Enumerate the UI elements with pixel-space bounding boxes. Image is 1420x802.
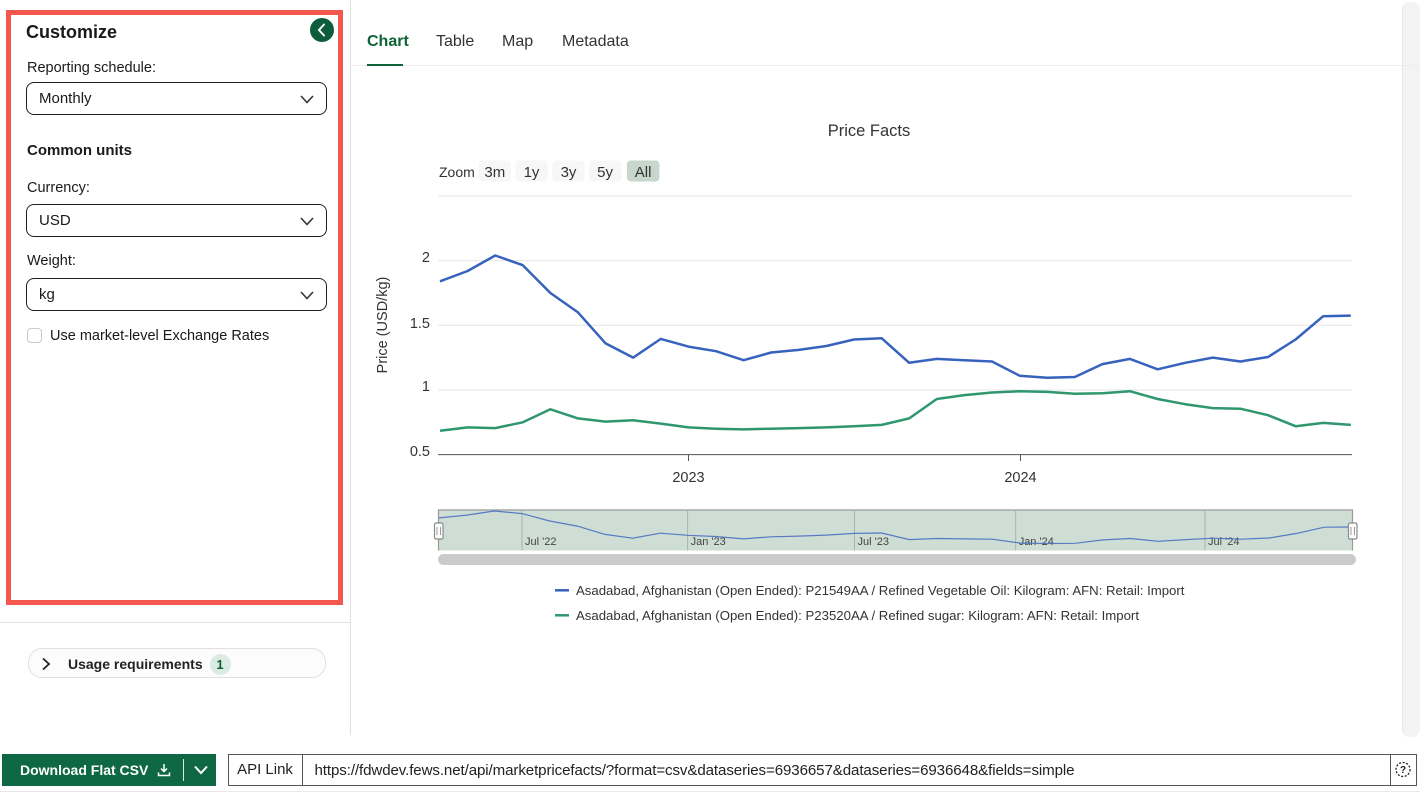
svg-text:1: 1 <box>422 379 430 395</box>
svg-text:3m: 3m <box>484 164 505 181</box>
svg-text:Price (USD/kg): Price (USD/kg) <box>375 277 391 374</box>
svg-text:0.5: 0.5 <box>410 444 430 460</box>
svg-text:1.5: 1.5 <box>410 316 430 332</box>
svg-text:2023: 2023 <box>672 470 704 486</box>
svg-text:Jul '23: Jul '23 <box>858 536 889 548</box>
svg-text:2: 2 <box>422 250 430 266</box>
svg-text:3y: 3y <box>561 164 577 181</box>
svg-text:1y: 1y <box>524 164 540 181</box>
svg-text:2024: 2024 <box>1004 470 1036 486</box>
svg-text:?: ? <box>1400 765 1406 776</box>
svg-text:All: All <box>635 164 652 181</box>
svg-text:Zoom: Zoom <box>439 164 475 180</box>
svg-text:Jan '23: Jan '23 <box>691 536 726 548</box>
svg-text:5y: 5y <box>597 164 613 181</box>
svg-text:Jul '22: Jul '22 <box>525 536 556 548</box>
svg-text:Asadabad, Afghanistan (Open En: Asadabad, Afghanistan (Open Ended): P215… <box>576 583 1185 598</box>
svg-text:Price Facts: Price Facts <box>828 122 911 140</box>
svg-text:Asadabad, Afghanistan (Open En: Asadabad, Afghanistan (Open Ended): P235… <box>576 608 1139 623</box>
svg-text:Jan '24: Jan '24 <box>1019 536 1054 548</box>
